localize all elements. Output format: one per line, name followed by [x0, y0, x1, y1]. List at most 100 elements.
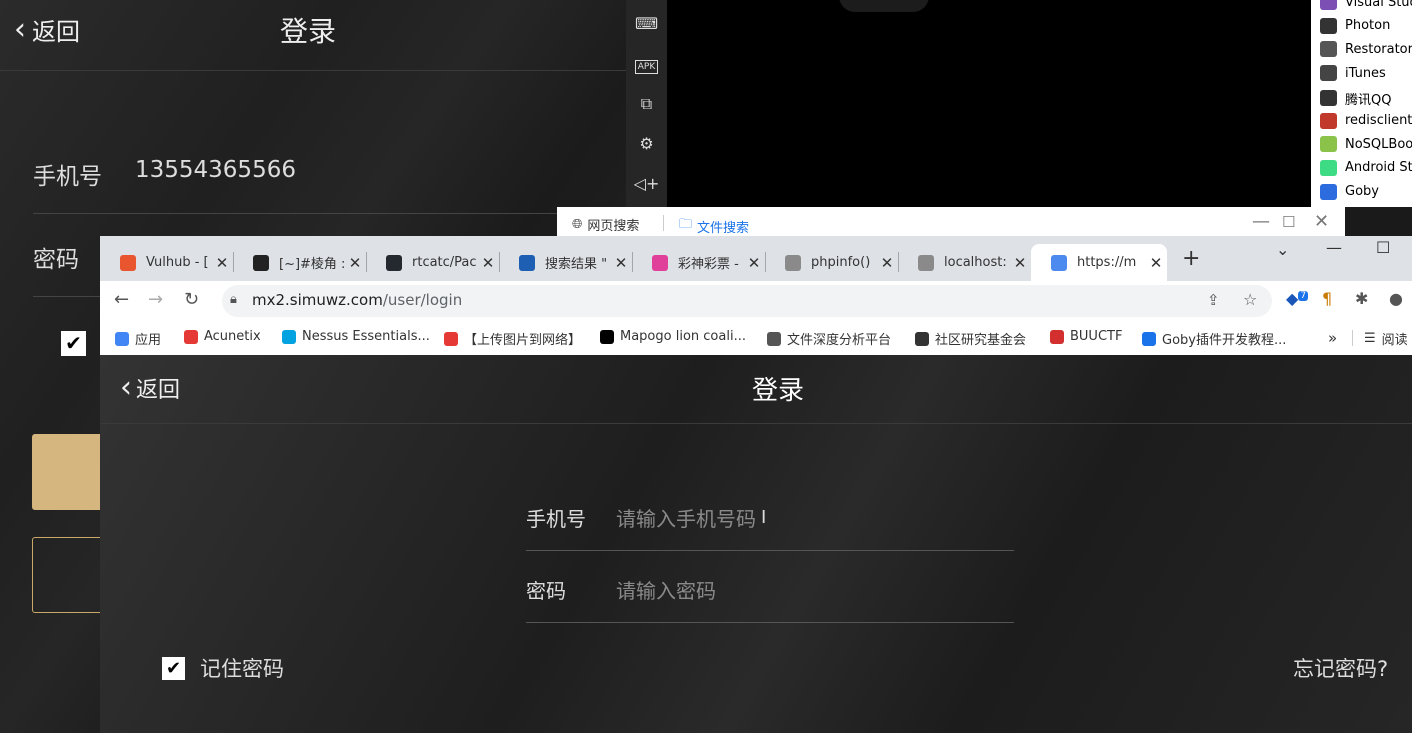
bookmark-item[interactable]: Mapogo lion coali...: [600, 329, 746, 344]
remember-password-checkbox[interactable]: ✔: [162, 657, 185, 680]
bookmark-label: 应用: [135, 333, 162, 348]
tab-close-icon[interactable]: ✕: [477, 254, 499, 272]
emulator-back-button[interactable]: ‹ 返回: [14, 12, 80, 47]
tab-close-icon[interactable]: ✕: [344, 254, 366, 272]
bookmark-favicon-icon: [115, 331, 129, 346]
new-tab-button[interactable]: +: [1182, 246, 1200, 271]
app-icon: [1320, 183, 1337, 200]
login-page: ‹ 返回 登录 手机号 请输入手机号码 I 密码 请输入密码 ✔ 记住密码 忘记…: [100, 355, 1412, 733]
desktop-shortcut[interactable]: Restorator: [1320, 41, 1412, 58]
tab-close-icon[interactable]: ✕: [211, 254, 233, 272]
back-arrow-icon[interactable]: ←: [114, 289, 129, 310]
volume-up-icon[interactable]: ◁+: [626, 171, 667, 197]
desktop-shortcut[interactable]: Android St: [1320, 159, 1412, 176]
pilcrow-extension-icon[interactable]: ¶: [1322, 289, 1332, 308]
tab-favicon-icon: [253, 254, 269, 271]
minimize-button[interactable]: —: [1252, 211, 1270, 232]
app-icon: [1320, 17, 1337, 34]
chevron-left-icon: ‹: [120, 370, 132, 405]
browser-tab[interactable]: rtcatc/Pac ✕: [366, 244, 499, 281]
tab-favicon-icon: [519, 254, 535, 271]
keyboard-icon[interactable]: ⌨: [626, 11, 667, 37]
desktop-shortcut[interactable]: NoSQLBoo: [1320, 136, 1412, 153]
tab-close-icon[interactable]: ✕: [1009, 254, 1031, 272]
page-back-button[interactable]: ‹ 返回: [120, 372, 180, 404]
bookmark-label: Mapogo lion coali...: [620, 329, 746, 344]
bookmark-item[interactable]: Goby插件开发教程...: [1142, 329, 1286, 348]
emulator-remember-checkbox[interactable]: ✔: [61, 331, 86, 356]
video-area: [667, 0, 1311, 210]
desktop-shortcut-label: Android St: [1345, 160, 1412, 176]
reload-icon[interactable]: ↻: [184, 289, 199, 310]
close-button[interactable]: ✕: [1314, 211, 1329, 232]
chevron-left-icon: ‹: [14, 11, 26, 47]
tab-separator: [765, 252, 766, 272]
browser-tab[interactable]: Vulhub - [✕: [100, 244, 233, 281]
desktop-shortcut[interactable]: iTunes: [1320, 65, 1386, 82]
bookmark-label: 社区研究基金会: [935, 333, 1027, 348]
phone-input[interactable]: 请输入手机号码: [616, 503, 756, 532]
window-maximize-button[interactable]: ☐: [1376, 238, 1390, 257]
screenshot-icon[interactable]: ⧉: [626, 91, 667, 117]
tab-title: phpinfo(): [811, 255, 871, 270]
browser-tab[interactable]: https://m ✕: [1031, 244, 1167, 281]
bookmark-item[interactable]: BUUCTF: [1050, 329, 1122, 344]
browser-tab[interactable]: [~]#棱角 : ✕: [233, 244, 366, 281]
remember-password-label[interactable]: 记住密码: [200, 653, 284, 683]
password-label: 密码: [526, 579, 566, 603]
bookmark-label: Acunetix: [204, 329, 261, 344]
bookmark-item[interactable]: 社区研究基金会: [915, 329, 1026, 348]
bookmark-item[interactable]: 【上传图片到网络】: [444, 329, 581, 348]
address-bar[interactable]: 🔒︎ mx2.simuwz.com/user/login ⇪ ☆: [222, 285, 1272, 317]
media-control[interactable]: [839, 0, 929, 12]
web-search-tab[interactable]: 🌐︎ 网页搜索: [572, 215, 639, 234]
puzzle-icon[interactable]: ✱: [1355, 289, 1368, 308]
profile-avatar-icon[interactable]: ●: [1389, 289, 1403, 308]
browser-tab[interactable]: phpinfo() ✕: [765, 244, 898, 281]
share-icon[interactable]: ⇪: [1207, 291, 1220, 309]
tab-favicon-icon: [120, 254, 136, 271]
app-icon: [1320, 41, 1337, 58]
emulator-phone-value[interactable]: 13554365566: [135, 157, 296, 183]
page-back-label: 返回: [136, 378, 181, 403]
star-icon[interactable]: ☆: [1243, 290, 1257, 309]
password-input[interactable]: 请输入密码: [616, 575, 716, 604]
settings-icon[interactable]: ⚙: [626, 131, 667, 157]
maximize-button[interactable]: ☐: [1282, 213, 1295, 231]
browser-tab[interactable]: 搜索结果 " ✕: [499, 244, 632, 281]
tab-favicon-icon: [652, 254, 668, 271]
desktop-shortcut[interactable]: Goby: [1320, 183, 1379, 200]
browser-tab[interactable]: localhost: ✕: [898, 244, 1031, 281]
tab-separator: [898, 252, 899, 272]
forgot-password-link[interactable]: 忘记密码?: [1293, 653, 1388, 683]
desktop-shortcut-label: Goby: [1345, 184, 1379, 200]
tab-close-icon[interactable]: ✕: [1145, 254, 1167, 272]
tab-close-icon[interactable]: ✕: [743, 254, 765, 272]
app-icon: [1320, 136, 1337, 153]
bookmark-item[interactable]: Nessus Essentials...: [282, 329, 430, 344]
bookmark-favicon-icon: [600, 329, 614, 344]
browser-tab[interactable]: 彩神彩票 - ✕: [632, 244, 765, 281]
desktop-shortcut[interactable]: redisclient: [1320, 112, 1412, 129]
tab-title: 彩神彩票 -: [678, 257, 739, 272]
desktop-shortcut[interactable]: Photon: [1320, 17, 1390, 34]
desktop-shortcut[interactable]: Visual Studi: [1320, 0, 1412, 10]
file-search-tab[interactable]: 🗀 文件搜索: [679, 215, 749, 237]
page-title: 登录: [752, 376, 805, 406]
bookmark-item[interactable]: Acunetix: [184, 329, 261, 344]
tab-search-button[interactable]: ⌄: [1276, 240, 1289, 259]
reading-list-button[interactable]: ☰ 阅读: [1364, 329, 1408, 348]
url-text: mx2.simuwz.com/user/login: [252, 291, 463, 309]
forward-arrow-icon[interactable]: →: [148, 289, 163, 310]
bookmarks-more-button[interactable]: »: [1328, 329, 1337, 347]
desktop-shortcut[interactable]: 腾讯QQ: [1320, 89, 1391, 108]
tab-close-icon[interactable]: ✕: [876, 254, 898, 272]
extension-icon[interactable]: ◆ 7: [1286, 289, 1309, 308]
bookmark-item[interactable]: 应用: [115, 329, 161, 348]
tab-separator: [632, 252, 633, 272]
tab-favicon-icon: [918, 254, 934, 271]
tab-close-icon[interactable]: ✕: [610, 254, 632, 272]
bookmark-item[interactable]: 文件深度分析平台: [767, 329, 891, 348]
apk-icon[interactable]: APK: [626, 51, 667, 77]
window-minimize-button[interactable]: —: [1326, 238, 1342, 257]
